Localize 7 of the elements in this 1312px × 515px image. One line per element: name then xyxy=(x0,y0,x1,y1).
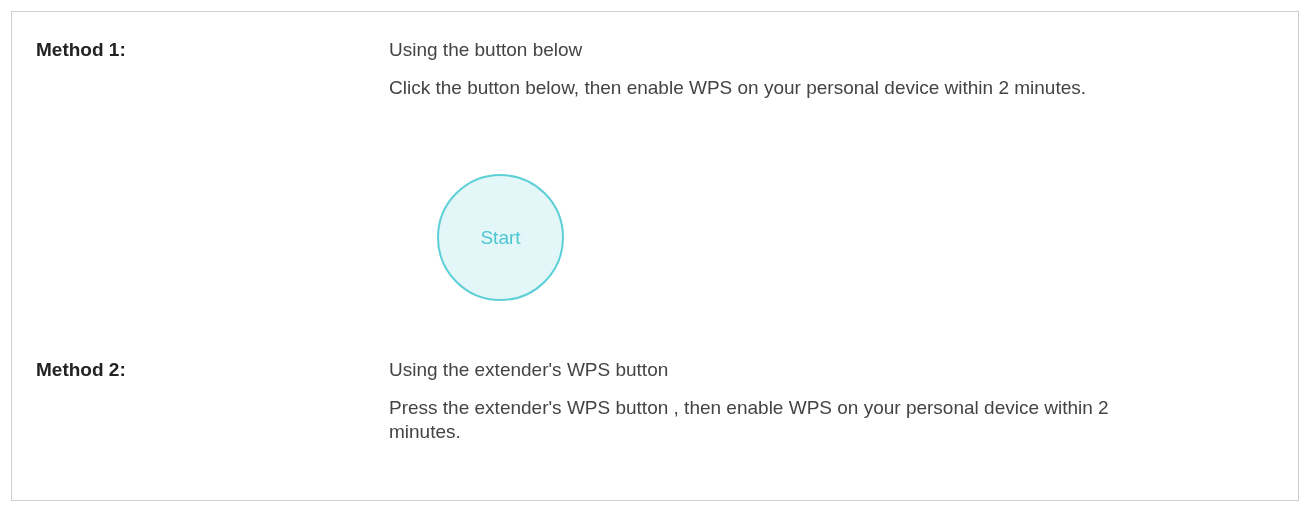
method-description: Click the button below, then enable WPS on your personal device within 2 minutes. xyxy=(389,76,1088,100)
method-label: Method 2: xyxy=(36,358,127,382)
start-button[interactable]: Start xyxy=(437,174,564,301)
method-title: Using the button below xyxy=(389,38,584,62)
method-description: Press the extender's WPS button , then enable WPS on your personal device within 2 minutes. xyxy=(389,396,1110,444)
method-label: Method 1: xyxy=(36,38,127,62)
method-title: Using the extender's WPS button xyxy=(389,358,670,382)
